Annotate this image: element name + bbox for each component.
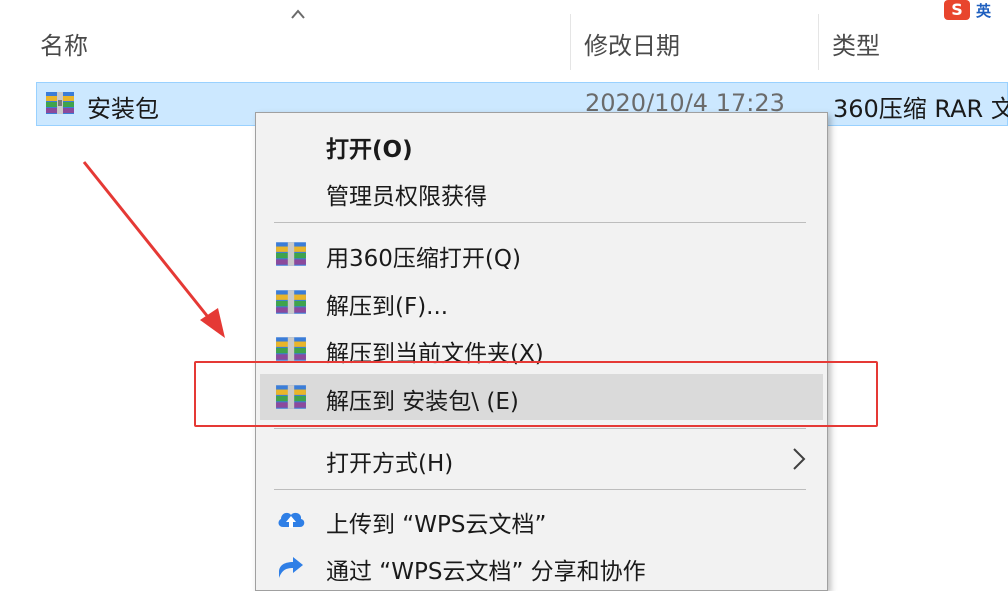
menu-item-label: 打开方式(H): [326, 451, 454, 477]
menu-item-open[interactable]: 打开(O): [256, 122, 827, 168]
column-type-header[interactable]: 类型: [832, 26, 880, 61]
menu-item-label: 打开(O): [326, 137, 413, 163]
menu-item-open-360[interactable]: 用360压缩打开(Q): [256, 231, 827, 277]
column-divider[interactable]: [570, 14, 571, 70]
rar-archive-icon: [276, 337, 306, 361]
column-name-header[interactable]: 名称: [40, 26, 88, 61]
menu-item-upload-wps[interactable]: 上传到 “WPS云文档”: [256, 497, 827, 543]
cloud-upload-icon: [278, 512, 305, 528]
menu-separator: [274, 428, 806, 429]
rar-archive-icon: [46, 92, 74, 114]
menu-item-share-wps[interactable]: 通过 “WPS云文档” 分享和协作: [256, 544, 827, 590]
menu-item-label: 管理员权限获得: [326, 184, 487, 210]
menu-item-label: 解压到(F)...: [326, 294, 449, 320]
column-header-bar: 名称 修改日期 类型: [0, 0, 1008, 80]
sort-ascending-icon: [291, 9, 305, 19]
menu-item-admin[interactable]: 管理员权限获得: [256, 169, 827, 215]
sogou-logo-icon: S: [944, 0, 970, 20]
column-divider[interactable]: [818, 14, 819, 70]
rar-archive-icon: [276, 290, 306, 314]
menu-separator: [274, 489, 806, 490]
share-icon: [279, 557, 303, 578]
file-type: 360压缩 RAR 文: [833, 95, 1008, 123]
file-name[interactable]: 安装包: [87, 89, 159, 124]
rar-archive-icon: [276, 242, 306, 266]
context-menu: 打开(O) 管理员权限获得 用360压缩打开(Q) 解压到(F)... 解压到当…: [255, 112, 828, 591]
menu-item-label: 上传到 “WPS云文档”: [326, 512, 547, 538]
menu-item-extract-to[interactable]: 解压到(F)...: [256, 279, 827, 325]
ime-indicator[interactable]: S 英: [940, 0, 1008, 22]
menu-separator: [274, 222, 806, 223]
column-modified-header[interactable]: 修改日期: [584, 26, 680, 61]
menu-item-open-with[interactable]: 打开方式(H): [256, 436, 827, 482]
menu-item-label: 用360压缩打开(Q): [326, 246, 521, 272]
ime-mode-label: 英: [976, 2, 992, 20]
highlight-box: [194, 361, 878, 427]
chevron-right-icon: [793, 448, 806, 470]
menu-item-label: 通过 “WPS云文档” 分享和协作: [326, 559, 646, 585]
